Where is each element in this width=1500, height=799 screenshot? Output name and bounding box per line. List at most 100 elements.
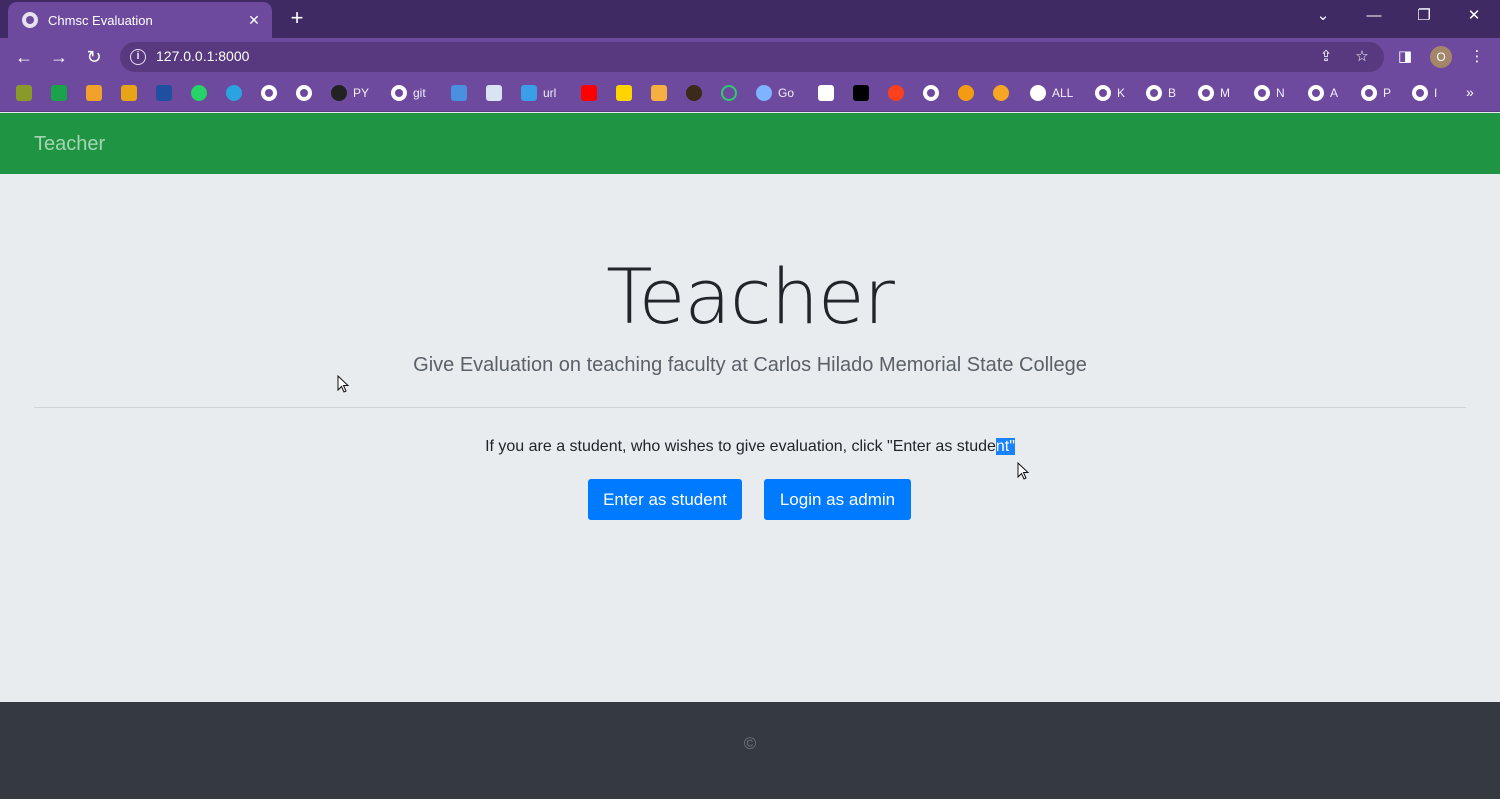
bookmark-6[interactable] — [451, 84, 467, 102]
bookmark-youtube[interactable] — [581, 84, 597, 102]
youtube-icon — [581, 85, 597, 101]
google-icon — [1412, 85, 1428, 101]
enter-as-student-button[interactable]: Enter as student — [588, 479, 742, 520]
bookmark-12[interactable] — [818, 84, 834, 102]
divider — [34, 407, 1466, 408]
google-icon — [1146, 85, 1162, 101]
google-icon — [1198, 85, 1214, 101]
bookmark-10[interactable] — [686, 84, 702, 102]
bookmark-label: N — [1276, 86, 1285, 100]
mouse-cursor-icon — [1017, 462, 1029, 480]
minimize-icon[interactable]: — — [1359, 4, 1389, 28]
login-as-admin-button[interactable]: Login as admin — [764, 479, 911, 520]
menu-icon[interactable]: ⋮ — [1467, 47, 1487, 67]
bookmark-label: I — [1434, 86, 1438, 100]
bookmark-n[interactable]: N — [1254, 84, 1285, 102]
bookmark-google-2[interactable] — [296, 84, 312, 102]
bookmark-m[interactable]: M — [1198, 84, 1230, 102]
browser-tabstrip: Chmsc Evaluation ✕ + ⌄ — ❐ ✕ — [0, 0, 1500, 38]
bookmark-k[interactable]: K — [1095, 84, 1125, 102]
bookmark-1[interactable] — [16, 84, 32, 102]
page-lead: Give Evaluation on teaching faculty at C… — [413, 354, 1087, 376]
bookmark-all[interactable]: ALL — [1030, 84, 1073, 102]
bookmark-label: A — [1330, 86, 1339, 100]
bookmark-icon — [651, 85, 667, 101]
bookmark-icon — [721, 85, 737, 101]
google-icon — [296, 85, 312, 101]
mouse-cursor-icon — [337, 375, 349, 393]
bookmark-icon — [993, 85, 1009, 101]
bookmark-icon — [486, 85, 502, 101]
bookmark-13[interactable] — [853, 84, 869, 102]
github-icon — [331, 85, 347, 101]
bookmark-py[interactable]: PY — [331, 84, 369, 102]
tab-search-icon[interactable]: ⌄ — [1308, 4, 1338, 28]
page-title: Teacher — [606, 252, 895, 341]
bookmark-url[interactable]: url — [521, 84, 556, 102]
bookmark-go[interactable]: Go — [756, 84, 794, 102]
bookmark-icon — [958, 85, 974, 101]
bookmark-label: ALL — [1052, 86, 1074, 100]
bookmark-google-1[interactable] — [261, 84, 277, 102]
google-icon — [923, 85, 939, 101]
forward-icon[interactable]: → — [47, 45, 71, 69]
chevron-more-icon[interactable]: » — [1466, 84, 1474, 100]
share-icon[interactable]: ⇪ — [1316, 47, 1336, 67]
bookmark-git[interactable]: git — [391, 84, 426, 102]
bookmark-label: PY — [353, 86, 370, 100]
globe-icon — [22, 12, 38, 28]
google-icon — [261, 85, 277, 101]
tab-title: Chmsc Evaluation — [48, 12, 153, 28]
google-icon — [1254, 85, 1270, 101]
new-tab-icon[interactable]: + — [286, 6, 308, 30]
bookmark-4[interactable] — [121, 84, 137, 102]
student-prompt: If you are a student, who wishes to give… — [0, 438, 1500, 456]
bookmark-11[interactable] — [721, 84, 737, 102]
bookmark-label: B — [1168, 86, 1177, 100]
bookmark-icon — [818, 85, 834, 101]
bookmark-whatsapp[interactable] — [191, 84, 207, 102]
bookmark-8[interactable] — [616, 84, 632, 102]
bookmark-icon — [451, 85, 467, 101]
bookmark-i[interactable]: I — [1412, 84, 1437, 102]
bookmark-15[interactable] — [993, 84, 1009, 102]
bookmark-b[interactable]: B — [1146, 84, 1176, 102]
reload-icon[interactable]: ↻ — [82, 45, 106, 69]
telegram-icon — [226, 85, 242, 101]
bookmark-label: url — [543, 86, 557, 100]
address-bar[interactable]: i 127.0.0.1:8000 ⇪ ☆ — [120, 42, 1384, 72]
bookmark-icon — [686, 85, 702, 101]
side-panel-icon[interactable]: ◨ — [1395, 47, 1415, 67]
bookmark-yandex[interactable] — [888, 84, 904, 102]
restore-icon[interactable]: ❐ — [1409, 4, 1439, 28]
bookmark-icon — [86, 85, 102, 101]
browser-toolbar: ← → ↻ i 127.0.0.1:8000 ⇪ ☆ ◨ O ⋮ — [0, 38, 1500, 76]
bookmark-label: M — [1220, 86, 1230, 100]
navbar-brand[interactable]: Teacher — [34, 133, 105, 156]
bookmark-telegram[interactable] — [226, 84, 242, 102]
bookmark-p[interactable]: P — [1361, 84, 1391, 102]
copyright: © — [743, 734, 757, 753]
bookmark-icon — [756, 85, 772, 101]
bookmark-icon — [853, 85, 869, 101]
bookmark-14[interactable] — [958, 84, 974, 102]
bookmark-2[interactable] — [51, 84, 67, 102]
bookmark-9[interactable] — [651, 84, 667, 102]
close-window-icon[interactable]: ✕ — [1459, 4, 1489, 28]
prompt-text: If you are a student, who wishes to give… — [485, 438, 996, 455]
yandex-icon — [888, 85, 904, 101]
bookmark-icon — [156, 85, 172, 101]
bookmark-7[interactable] — [486, 84, 502, 102]
close-tab-icon[interactable]: ✕ — [246, 12, 262, 29]
star-icon[interactable]: ☆ — [1352, 47, 1372, 67]
back-icon[interactable]: ← — [12, 45, 36, 69]
bookmark-icon — [121, 85, 137, 101]
bookmark-5[interactable] — [156, 84, 172, 102]
bookmark-google-3[interactable] — [923, 84, 939, 102]
bookmark-label: Go — [778, 86, 795, 100]
site-info-icon[interactable]: i — [130, 49, 146, 65]
avatar[interactable]: O — [1430, 46, 1452, 68]
bookmark-3[interactable] — [86, 84, 102, 102]
browser-tab[interactable]: Chmsc Evaluation ✕ — [8, 2, 272, 38]
bookmark-a[interactable]: A — [1308, 84, 1338, 102]
